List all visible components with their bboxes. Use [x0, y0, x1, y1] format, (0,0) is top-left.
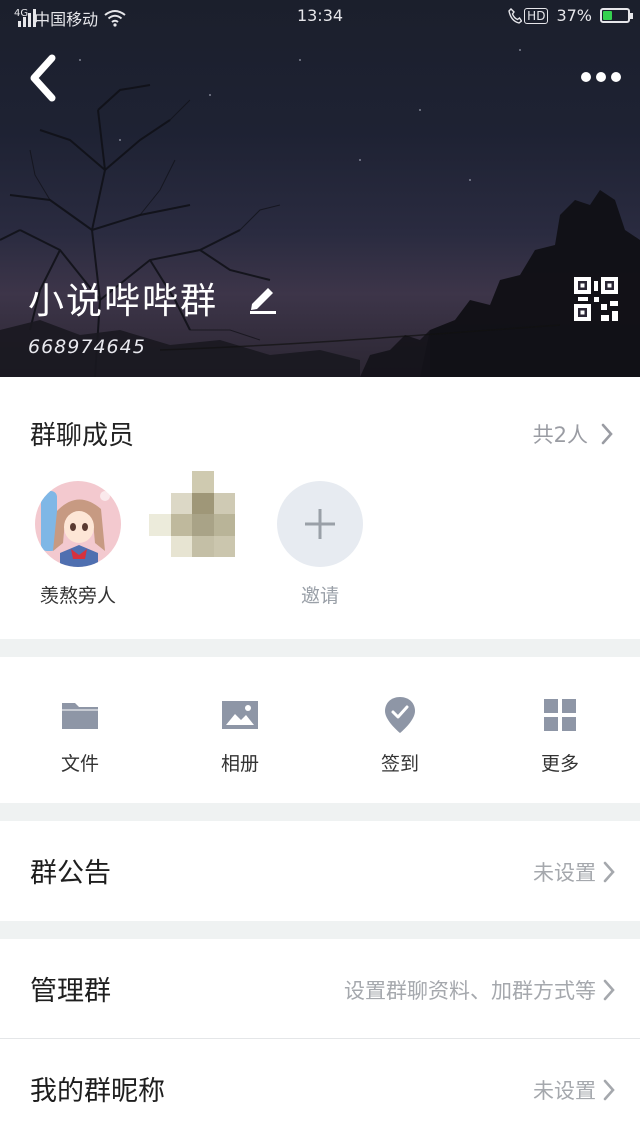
status-bar: 4G 中国移动 13:34 HD 37%: [0, 0, 640, 34]
image-icon: [222, 701, 258, 729]
row-label: 管理群: [30, 976, 111, 1007]
invite-member-button[interactable]: 邀请: [265, 481, 375, 608]
chevron-right-icon: [603, 979, 615, 1001]
avatar: [35, 481, 121, 567]
section-gap: [0, 921, 640, 939]
quick-actions: 文件 相册 签到 更多: [0, 657, 640, 803]
group-header: 4G 中国移动 13:34 HD 37% 小说哔哔群 668974645: [0, 0, 640, 377]
folder-icon: [62, 703, 98, 729]
invite-label: 邀请: [300, 585, 339, 607]
anime-girl-avatar: [35, 481, 121, 567]
section-gap: [0, 803, 640, 821]
battery-icon: [600, 8, 633, 23]
more-options-button[interactable]: [578, 62, 624, 92]
row-value: 设置群聊资料、加群方式等: [344, 979, 596, 1003]
member-name: 羡熬旁人: [39, 585, 116, 607]
member-item[interactable]: [137, 471, 247, 571]
announcement-row[interactable]: 群公告 未设置: [0, 821, 640, 921]
status-right: HD 37%: [508, 6, 633, 25]
action-label: 相册: [220, 753, 259, 775]
row-value: 未设置: [533, 861, 596, 885]
action-album[interactable]: 相册: [160, 695, 320, 776]
hd-indicator: HD: [524, 7, 549, 24]
chevron-right-icon: [601, 423, 613, 445]
invite-circle: [277, 481, 363, 567]
action-files[interactable]: 文件: [0, 695, 160, 776]
member-item[interactable]: 羡熬旁人: [23, 481, 133, 608]
pencil-icon: [250, 288, 276, 314]
row-label: 我的群昵称: [30, 1076, 165, 1107]
battery-percent: 37%: [556, 6, 592, 25]
more-horizontal-icon: [581, 72, 621, 82]
battery-level-fill: [603, 11, 612, 20]
action-more[interactable]: 更多: [480, 695, 640, 776]
plus-icon: [305, 509, 335, 539]
action-label: 更多: [540, 753, 579, 775]
edit-group-name-button[interactable]: [246, 280, 280, 314]
pixelated-avatar: [149, 471, 235, 557]
action-label: 签到: [380, 753, 419, 775]
checkin-badge-icon: [385, 697, 415, 733]
section-gap: [0, 639, 640, 657]
members-count: 共2人: [532, 423, 588, 447]
members-title: 群聊成员: [30, 421, 135, 451]
my-nickname-row[interactable]: 我的群昵称 未设置: [0, 1039, 640, 1138]
action-checkin[interactable]: 签到: [320, 695, 480, 776]
back-button[interactable]: [22, 52, 66, 104]
row-value: 未设置: [533, 1079, 596, 1103]
row-label: 群公告: [30, 858, 111, 889]
avatar: [149, 471, 235, 557]
qr-code-button[interactable]: [574, 277, 618, 321]
group-id: 668974645: [28, 336, 146, 358]
members-count-link[interactable]: 共2人: [533, 419, 614, 449]
grid-icon: [544, 699, 576, 731]
chevron-right-icon: [603, 1079, 615, 1101]
qr-code-icon: [574, 277, 618, 321]
chevron-right-icon: [603, 861, 615, 883]
group-name: 小说哔哔群: [28, 281, 219, 322]
phone-call-icon: [508, 7, 523, 24]
chevron-left-icon: [30, 54, 56, 102]
action-label: 文件: [60, 753, 99, 775]
group-profile-page: 4G 中国移动 13:34 HD 37% 小说哔哔群 668974645 群聊成…: [0, 0, 640, 1138]
members-section: 群聊成员 共2人 羡熬旁人 邀请: [0, 377, 640, 639]
manage-group-row[interactable]: 管理群 设置群聊资料、加群方式等: [0, 939, 640, 1038]
